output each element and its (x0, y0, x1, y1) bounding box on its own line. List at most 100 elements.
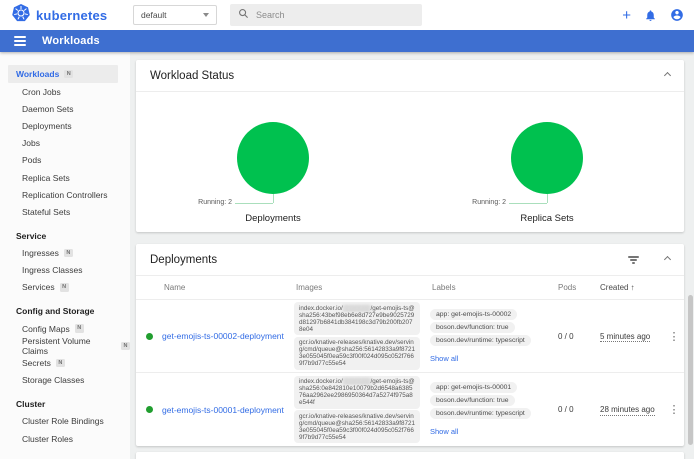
kubernetes-logo-icon (12, 4, 30, 27)
namespaced-badge: N (64, 70, 73, 79)
namespaced-badge: N (64, 249, 73, 258)
sidebar-heading-service: Service (0, 227, 130, 245)
chart-connector-line (235, 203, 273, 204)
top-header: kubernetes default + (0, 0, 694, 30)
collapse-chevron-up-icon[interactable] (664, 256, 671, 263)
pods-count: 0 / 0 (552, 332, 592, 341)
sidebar-item-label: Config Maps (22, 324, 70, 334)
sidebar-item-pods[interactable]: Pods (0, 152, 130, 169)
column-header-labels: Labels (430, 283, 552, 292)
sidebar-item-label: Storage Classes (22, 375, 84, 385)
create-resource-button[interactable]: + (622, 8, 631, 23)
replica-sets-pie (511, 122, 583, 194)
sidebar-item-label: Pods (22, 155, 41, 165)
chart-caption: Replica Sets (410, 213, 684, 224)
namespaced-badge: N (56, 359, 65, 368)
sidebar-item-label: Ingress Classes (22, 265, 82, 275)
image-chip: index.docker.io/▒▒▒▒▒▒▒/get-emojis-ts@sh… (294, 302, 420, 335)
sort-ascending-arrow-icon: ↑ (630, 283, 634, 292)
pods-count: 0 / 0 (552, 405, 592, 414)
sidebar-item-label: Ingresses (22, 248, 59, 258)
image-text: index.docker.io/ (299, 305, 343, 312)
sidebar-item-replica-sets[interactable]: Replica Sets (0, 169, 130, 186)
chart-connector-line (509, 203, 547, 204)
chart-caption: Deployments (136, 213, 410, 224)
label-chip: boson.dev/function: true (430, 395, 515, 406)
kubernetes-logo-home[interactable]: kubernetes (12, 0, 107, 30)
chevron-down-icon (203, 13, 209, 17)
namespace-selector[interactable]: default (133, 5, 217, 25)
images-cell: index.docker.io/▒▒▒▒▒▒▒/get-emojis-ts@sh… (294, 301, 430, 372)
show-all-labels-link[interactable]: Show all (430, 354, 458, 363)
chart-connector-line (547, 194, 548, 203)
created-timestamp: 28 minutes ago (592, 405, 664, 414)
row-kebab-menu-icon[interactable]: ⋮ (664, 403, 684, 416)
next-section-card (136, 452, 684, 459)
sidebar-item-ingresses[interactable]: Ingresses N (0, 245, 130, 262)
notifications-bell-icon[interactable] (644, 9, 657, 22)
sidebar-item-daemon-sets[interactable]: Daemon Sets (0, 100, 130, 117)
search-icon (238, 6, 249, 24)
status-running-dot (146, 406, 153, 413)
relative-time: 28 minutes ago (600, 405, 655, 416)
sidebar-item-cluster-role-bindings[interactable]: Cluster Role Bindings (0, 413, 130, 430)
app-toolbar: Workloads (0, 30, 694, 52)
user-account-icon[interactable] (670, 8, 684, 22)
label-chip: boson.dev/runtime: typescript (430, 408, 531, 419)
row-kebab-menu-icon[interactable]: ⋮ (664, 330, 684, 343)
sidebar-item-persistent-volume-claims[interactable]: Persistent Volume Claims N (0, 337, 130, 354)
sidebar-item-stateful-sets[interactable]: Stateful Sets (0, 203, 130, 220)
sidebar-item-label: Services (22, 282, 55, 292)
workload-status-card: Workload Status Running: 2 Deployments R… (136, 60, 684, 232)
search-input[interactable] (256, 10, 414, 20)
namespaced-badge: N (75, 324, 84, 333)
vertical-scrollbar-thumb[interactable] (688, 295, 693, 445)
label-chip: boson.dev/runtime: typescript (430, 335, 531, 346)
sidebar-item-config-maps[interactable]: Config Maps N (0, 320, 130, 337)
filter-icon[interactable] (628, 255, 639, 264)
deployment-name-link[interactable]: get-emojis-ts-00002-deployment (162, 331, 294, 341)
label-chip: boson.dev/function: true (430, 322, 515, 333)
column-header-created[interactable]: Created↑ (592, 283, 664, 292)
relative-time: 5 minutes ago (600, 332, 650, 343)
sidebar-item-jobs[interactable]: Jobs (0, 135, 130, 152)
sidebar-item-label: Cron Jobs (22, 87, 61, 97)
sidebar-item-replication-controllers[interactable]: Replication Controllers (0, 186, 130, 203)
search-bar[interactable] (230, 4, 422, 26)
image-chip: index.docker.io/▒▒▒▒▒▒▒/get-emojis-ts@sh… (294, 376, 420, 409)
sidebar-item-label: Jobs (22, 138, 40, 148)
sidebar-item-cron-jobs[interactable]: Cron Jobs (0, 83, 130, 100)
namespaced-badge: N (60, 283, 69, 292)
sidebar-item-label: Daemon Sets (22, 104, 74, 114)
workload-status-title: Workload Status (150, 70, 665, 82)
sidebar-item-ingress-classes[interactable]: Ingress Classes (0, 262, 130, 279)
created-timestamp: 5 minutes ago (592, 332, 664, 341)
sidebar-item-label: Deployments (22, 121, 72, 131)
running-count-label: Running: 2 (472, 199, 506, 206)
sidebar-item-label: Workloads (16, 69, 59, 79)
column-header-created-label: Created (600, 283, 628, 292)
deployments-card: Deployments Name Images Labels Pods Crea… (136, 244, 684, 446)
sidebar-heading-cluster: Cluster (0, 395, 130, 413)
sidebar-item-storage-classes[interactable]: Storage Classes (0, 372, 130, 389)
deployments-status-chart: Running: 2 Deployments (136, 92, 410, 231)
sidebar-item-cluster-roles[interactable]: Cluster Roles (0, 430, 130, 447)
chart-connector-line (273, 194, 274, 203)
collapse-chevron-up-icon[interactable] (664, 72, 671, 79)
column-header-name[interactable]: Name (162, 283, 294, 292)
main-content: Workload Status Running: 2 Deployments R… (130, 52, 694, 459)
column-header-images: Images (294, 283, 430, 292)
show-all-labels-link[interactable]: Show all (430, 427, 458, 436)
deployments-pie (237, 122, 309, 194)
sidebar-item-workloads[interactable]: Workloads N (8, 65, 118, 83)
image-text: index.docker.io/ (299, 378, 343, 385)
deployments-title: Deployments (150, 254, 628, 266)
hamburger-menu-icon[interactable] (14, 34, 26, 48)
image-chip: gcr.io/knative-releases/knative.dev/serv… (294, 337, 420, 370)
column-header-pods[interactable]: Pods (552, 283, 592, 292)
sidebar-item-services[interactable]: Services N (0, 279, 130, 296)
sidebar-item-deployments[interactable]: Deployments (0, 117, 130, 134)
deployment-name-link[interactable]: get-emojis-ts-00001-deployment (162, 405, 294, 415)
sidebar-item-secrets[interactable]: Secrets N (0, 354, 130, 371)
sidebar-item-label: Cluster Roles (22, 434, 73, 444)
